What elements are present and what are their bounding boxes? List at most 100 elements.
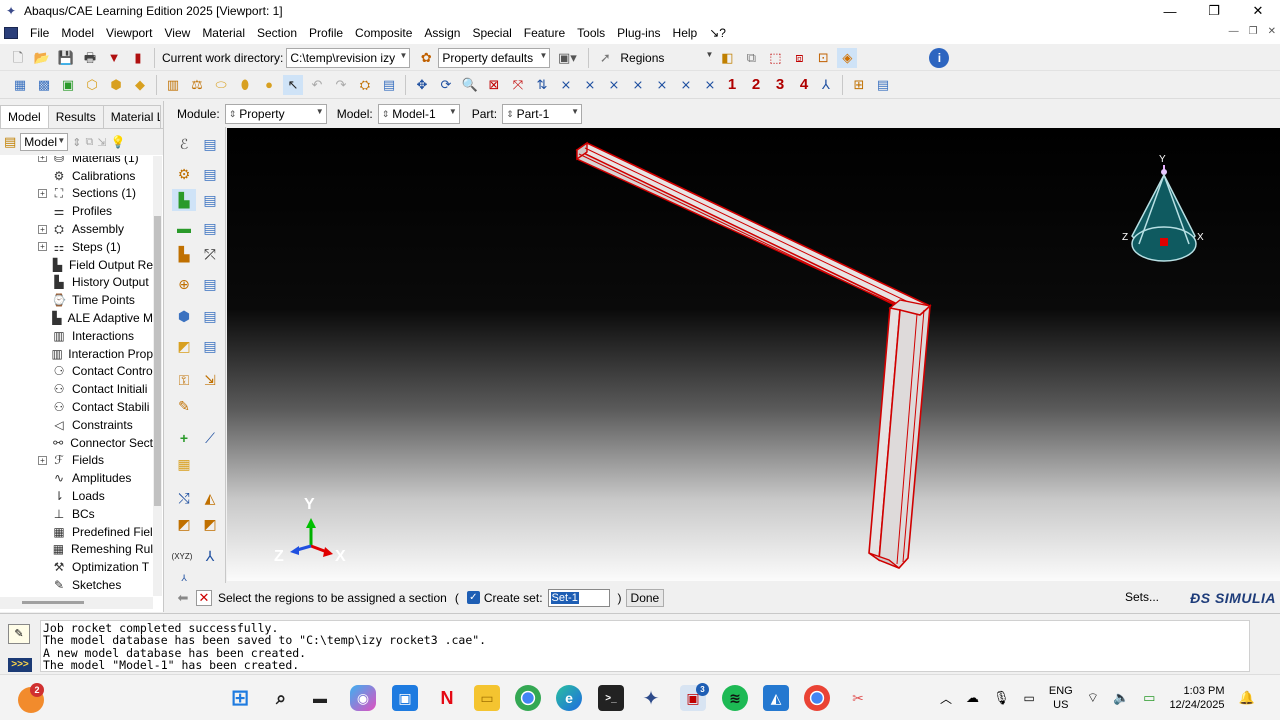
windows-start-icon[interactable]: ⊞ <box>227 685 253 711</box>
view-z-1-icon[interactable]: ⨯ <box>652 75 672 95</box>
tree-item[interactable]: ∿ Amplitudes <box>0 469 153 487</box>
selection-option-5-icon[interactable]: ⊡ <box>813 48 833 68</box>
sets-button[interactable]: Sets... <box>1120 588 1165 606</box>
volume-icon[interactable]: 🔈 <box>1113 690 1129 706</box>
view-x-2-icon[interactable]: ⨯ <box>580 75 600 95</box>
tree-item[interactable]: ⚙ Calibrations <box>0 167 153 185</box>
tree-item[interactable]: + ⛭ Assembly <box>0 220 153 238</box>
auto-fit-icon[interactable]: ⤧ <box>508 75 528 95</box>
scroll-thumb[interactable] <box>22 601 84 604</box>
tree-view-icon[interactable]: ⊞ <box>849 75 869 95</box>
save-icon[interactable]: 💾 <box>56 48 76 68</box>
search-icon[interactable]: ⌕ <box>268 685 294 711</box>
stringer-icon[interactable]: ⚿ <box>172 369 196 391</box>
model-tree-combo[interactable]: Model ▼ <box>20 133 69 151</box>
expand-toggle-icon[interactable]: + <box>38 242 47 252</box>
edit-icon[interactable]: ✎ <box>172 395 196 417</box>
partition-edge-icon[interactable]: ⤭ <box>172 487 196 509</box>
view-y-1-icon[interactable]: ⨯ <box>604 75 624 95</box>
magnify-icon[interactable]: 🔍 <box>460 75 480 95</box>
tree-item[interactable]: + ⛶ Sections (1) <box>0 185 153 203</box>
menu-plugins[interactable]: Plug-ins <box>613 26 668 40</box>
shaded-icon[interactable]: ◆ <box>130 75 150 95</box>
property-defaults-combo[interactable]: Property defaults ▼ <box>438 47 551 68</box>
mesh-shaded-icon[interactable]: ▩ <box>34 75 54 95</box>
stringer-2-icon[interactable]: ⇲ <box>198 369 222 391</box>
task-view-icon[interactable]: ▬ <box>307 685 333 711</box>
scroll-thumb[interactable] <box>154 216 161 506</box>
show-hidden-icons-icon[interactable]: ︿ <box>940 690 952 707</box>
cwd-combo[interactable]: C:\temp\revision izy ▼ <box>286 47 411 68</box>
photos-icon[interactable]: ◭ <box>763 685 789 711</box>
selection-option-4-icon[interactable]: ⧈ <box>789 48 809 68</box>
create-profile-icon[interactable]: ▬ <box>172 217 196 239</box>
microphone-icon[interactable]: 🎙 <box>993 690 1010 706</box>
tree-item[interactable]: + ⛁ Materials (1) <box>0 156 153 167</box>
export-icon[interactable]: ▮ <box>128 48 148 68</box>
create-section-icon[interactable]: ⚙ <box>172 163 196 185</box>
rotate-icon[interactable]: ⟳ <box>436 75 456 95</box>
color-code-icon[interactable]: ✿ <box>416 48 436 68</box>
tree-item[interactable]: ⚇ Contact Initiali <box>0 380 153 398</box>
python-command-icon[interactable]: >>> <box>8 658 32 672</box>
view-x-1-icon[interactable]: ⨯ <box>556 75 576 95</box>
skin-icon[interactable]: ◩ <box>172 335 196 357</box>
pick-tool-icon[interactable]: ↖ <box>283 74 303 95</box>
minimize-button[interactable]: — <box>1148 0 1192 22</box>
render-style-2-icon[interactable]: ⬮ <box>235 75 255 95</box>
open-file-icon[interactable]: 📂 <box>32 48 52 68</box>
expand-toggle-icon[interactable]: + <box>38 224 47 234</box>
tree-item[interactable]: ⊥ BCs <box>0 505 153 523</box>
edge-icon[interactable]: e <box>556 685 582 711</box>
tree-horizontal-scrollbar[interactable] <box>0 597 153 609</box>
battery-icon[interactable]: ▭ <box>1143 690 1155 706</box>
part-combo[interactable]: ⇕ Part-1 ▼ <box>502 104 583 124</box>
tree-item[interactable]: ⚯ Connector Sect <box>0 434 153 452</box>
render-style-3-icon[interactable]: ● <box>259 75 279 95</box>
material-manager-icon[interactable]: ▤ <box>198 133 222 155</box>
view-options-icon[interactable]: ⛭ <box>355 75 375 95</box>
triad-view-icon[interactable]: ⅄ <box>816 75 836 95</box>
netflix-icon[interactable]: N <box>434 685 460 711</box>
partition-cell-2-icon[interactable]: ◩ <box>198 513 222 535</box>
tree-item[interactable]: ⌚ Time Points <box>0 291 153 309</box>
view-orientation-cube[interactable] <box>1131 165 1197 262</box>
tree-item[interactable]: ▥ Interaction Prop <box>0 345 153 363</box>
tree-item[interactable]: ▙ ALE Adaptive M <box>0 309 153 327</box>
tree-vertical-scrollbar[interactable] <box>153 156 162 596</box>
sort-icon[interactable]: ⇕ <box>72 136 81 149</box>
query-icon[interactable]: ⚖ <box>187 75 207 95</box>
menu-material[interactable]: Material <box>198 26 253 40</box>
language-indicator[interactable]: ENG US <box>1049 684 1073 712</box>
tab-results[interactable]: Results <box>47 105 104 128</box>
viewport[interactable]: Y Z X Y Z X <box>227 128 1280 581</box>
assign-orientation-icon[interactable]: ▙ <box>172 243 196 265</box>
beam-arm-top-face[interactable] <box>575 142 932 316</box>
weather-widget-icon[interactable]: 2 <box>18 683 44 713</box>
xyz-csys-icon[interactable]: (XYZ) <box>170 545 194 567</box>
beam-orientation-icon[interactable]: ⤱ <box>198 243 222 265</box>
tree-item[interactable]: ⚒ Optimization T <box>0 558 153 576</box>
message-area-icon[interactable]: ✎ <box>8 624 30 644</box>
wifi-icon[interactable]: ⌔ <box>1087 690 1099 706</box>
onedrive-icon[interactable]: ☁ <box>966 690 979 706</box>
create-datum-point-icon[interactable]: + <box>172 427 196 449</box>
iso-view-icon[interactable]: ⨯ <box>700 75 720 95</box>
selection-option-1-icon[interactable]: ◧ <box>717 48 737 68</box>
tree-item[interactable]: ⚌ Profiles <box>0 202 153 220</box>
composite-layup-icon[interactable]: ⬢ <box>172 305 196 327</box>
view-1-button[interactable]: 1 <box>722 76 742 93</box>
tab-model[interactable]: Model <box>0 105 49 128</box>
chrome-icon[interactable] <box>515 685 541 711</box>
keyboard-icon[interactable]: ▭ <box>1024 691 1035 705</box>
selection-option-6-icon[interactable]: ◈ <box>837 47 858 68</box>
menu-assign[interactable]: Assign <box>420 26 468 40</box>
back-arrow-icon[interactable]: ⬅ <box>174 590 192 606</box>
render-style-1-icon[interactable]: ⬭ <box>211 75 231 95</box>
chrome-profile-icon[interactable] <box>804 685 830 711</box>
context-help-icon[interactable]: ↘? <box>705 26 734 40</box>
selection-option-2-icon[interactable]: ⧉ <box>741 48 761 68</box>
microsoft-store-icon[interactable]: ▣ <box>392 685 418 711</box>
maximize-button[interactable]: ❐ <box>1192 0 1236 22</box>
menu-view[interactable]: View <box>161 26 199 40</box>
